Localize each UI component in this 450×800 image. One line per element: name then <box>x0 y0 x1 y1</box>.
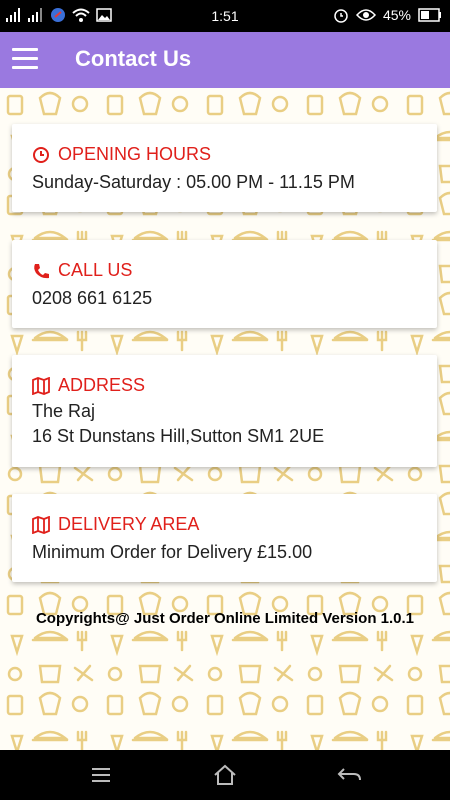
status-icons-right: 45% <box>333 7 442 23</box>
delivery-area-header: DELIVERY AREA <box>32 514 199 535</box>
eye-icon <box>355 9 376 21</box>
battery-percent: 45% <box>382 7 411 23</box>
battery-icon <box>418 8 441 22</box>
map-icon <box>32 515 50 534</box>
content-area: OPENING HOURS Sunday-Saturday : 05.00 PM… <box>0 88 450 750</box>
address-line-2: 16 St Dunstans Hill,Sutton SM1 2UE <box>32 426 325 446</box>
status-bar: 1:51 45% <box>0 0 450 32</box>
system-nav-bar <box>0 750 450 800</box>
home-icon[interactable] <box>210 763 240 787</box>
opening-hours-header: OPENING HOURS <box>32 144 211 165</box>
copyright-footer: Copyrights@ Just Order Online Limited Ve… <box>35 610 415 627</box>
menu-lines-icon[interactable] <box>86 763 116 787</box>
address-card: ADDRESS The Raj 16 St Dunstans Hill,Sutt… <box>12 355 437 467</box>
call-us-title: CALL US <box>58 260 133 280</box>
delivery-area-title: DELIVERY AREA <box>58 514 200 534</box>
phone-icon <box>34 263 49 278</box>
app-bar: Contact Us <box>0 32 450 88</box>
back-icon[interactable] <box>334 763 364 787</box>
address-line-1: The Raj <box>32 401 96 421</box>
address-header: ADDRESS <box>32 375 145 396</box>
delivery-area-value: Minimum Order for Delivery £15.00 <box>32 542 313 562</box>
opening-hours-card: OPENING HOURS Sunday-Saturday : 05.00 PM… <box>12 124 437 212</box>
phone-number[interactable]: 0208 661 6125 <box>32 288 152 309</box>
delivery-area-card: DELIVERY AREA Minimum Order for Delivery… <box>12 494 437 582</box>
alarm-icon <box>334 9 348 23</box>
address-title: ADDRESS <box>58 375 146 395</box>
call-us-header: CALL US <box>32 260 132 281</box>
clock-icon <box>33 146 49 163</box>
opening-hours-title: OPENING HOURS <box>58 144 212 164</box>
opening-hours-value: Sunday-Saturday : 05.00 PM - 11.15 PM <box>32 172 355 192</box>
page-title: Contact Us <box>75 46 192 71</box>
map-icon <box>32 376 50 395</box>
call-us-card[interactable]: CALL US 0208 661 6125 <box>12 240 437 328</box>
hamburger-icon[interactable] <box>12 48 38 70</box>
